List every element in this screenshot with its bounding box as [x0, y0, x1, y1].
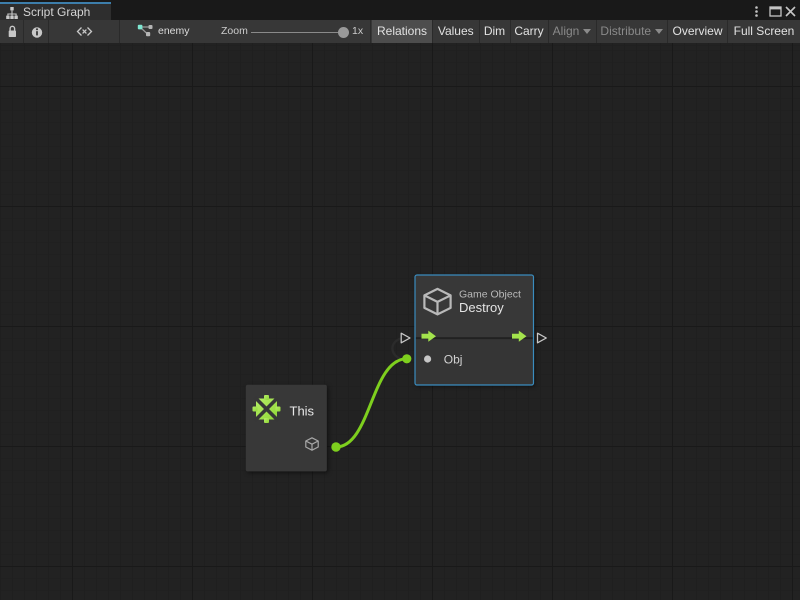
- svg-text:Obj: Obj: [444, 352, 463, 366]
- svg-text:This: This: [290, 403, 315, 418]
- svg-text:Game Object: Game Object: [459, 289, 521, 301]
- svg-text:Destroy: Destroy: [459, 300, 504, 315]
